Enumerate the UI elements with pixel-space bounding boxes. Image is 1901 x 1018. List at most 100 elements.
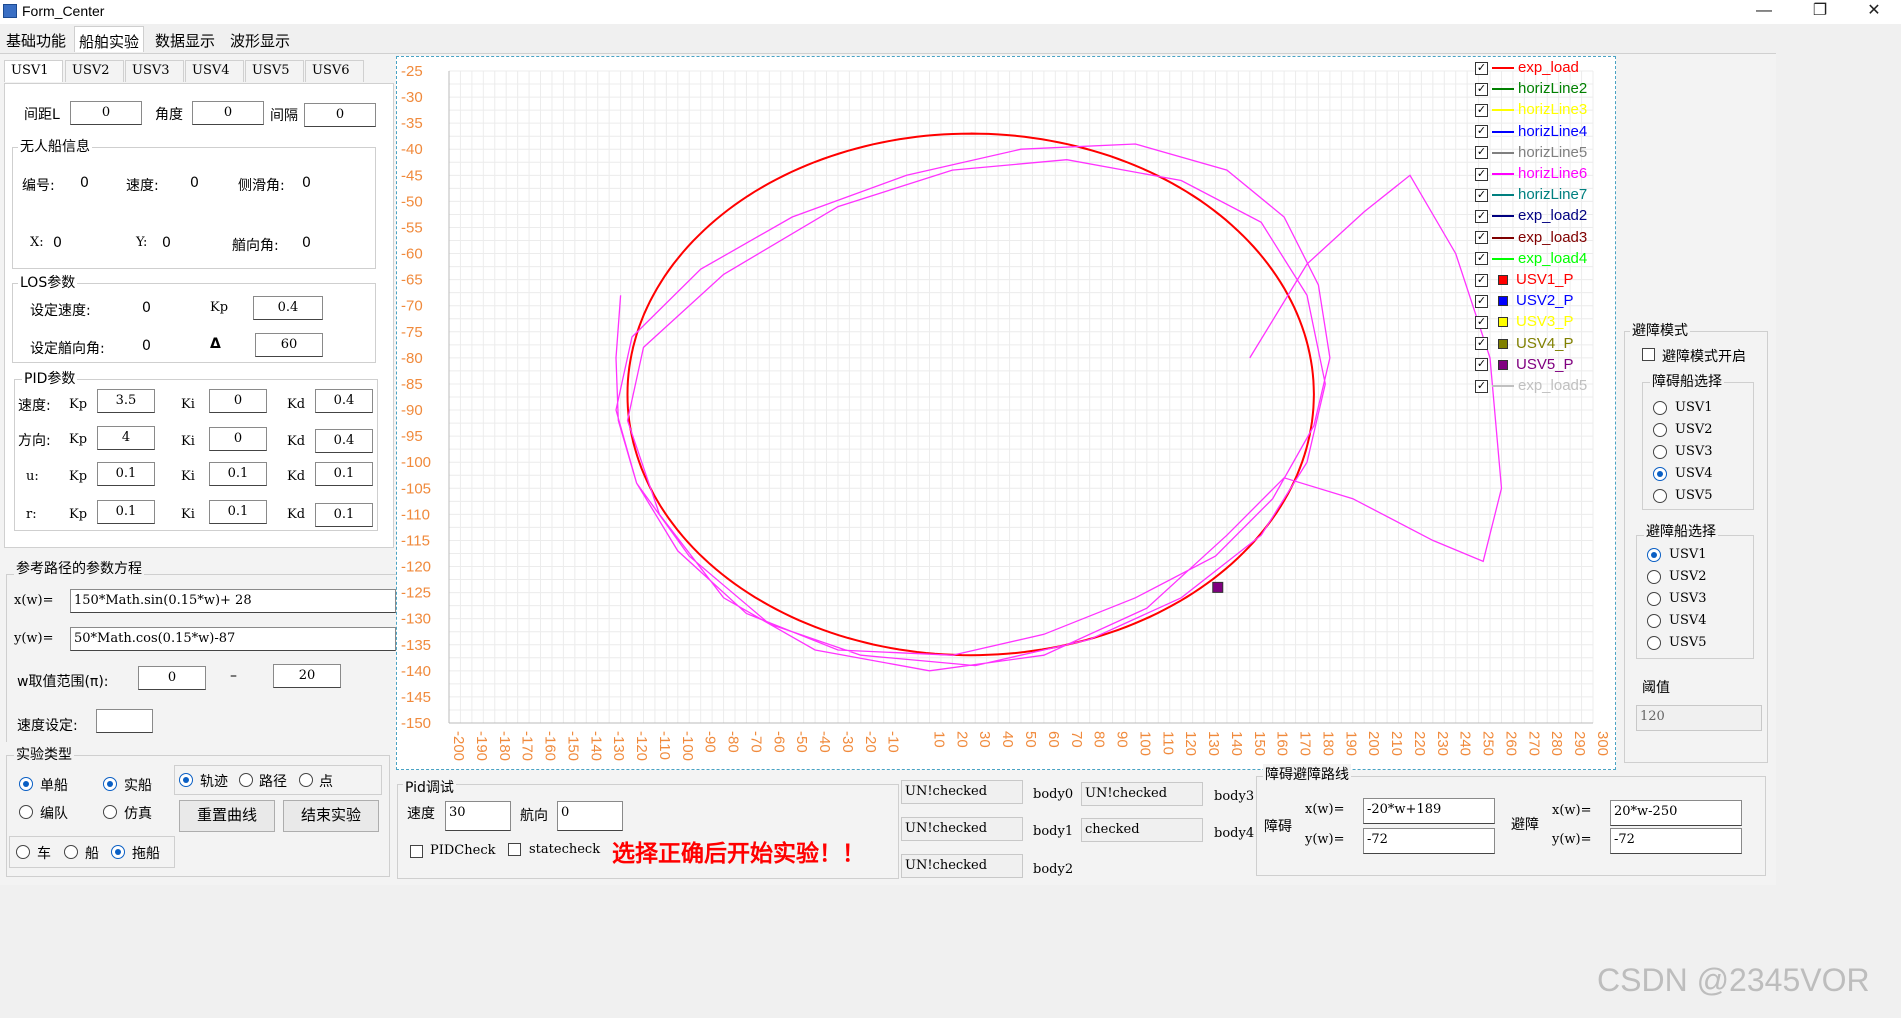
legend-checkbox[interactable]: ✓ (1475, 125, 1488, 139)
avoid-ship-radio-usv3[interactable] (1647, 592, 1661, 606)
legend-item-horizline2[interactable]: ✓ horizLine2 (1475, 80, 1587, 97)
tab-usv2[interactable]: USV2 (65, 60, 124, 82)
legend-item-usv4-p[interactable]: ✓ USV4_P (1475, 335, 1574, 352)
legend-item-exp-load3[interactable]: ✓ exp_load3 (1475, 229, 1587, 246)
single-ship-radio[interactable] (19, 777, 33, 791)
maximize-button[interactable]: ❐ (1797, 0, 1843, 24)
legend-checkbox[interactable]: ✓ (1475, 103, 1488, 117)
tab-data-display[interactable]: 数据显示 (151, 26, 219, 52)
boat-radio[interactable] (64, 845, 78, 859)
statecheck-checkbox[interactable] (508, 843, 521, 856)
legend-item-usv2-p[interactable]: ✓ USV2_P (1475, 292, 1574, 309)
tow-boat-radio[interactable] (111, 845, 125, 859)
tab-usv1[interactable]: USV1 (4, 60, 63, 82)
legend-item-exp-load4[interactable]: ✓ exp_load4 (1475, 250, 1587, 267)
obstacle-ship-radio-usv3[interactable] (1653, 445, 1667, 459)
obstacle-ship-radio-usv5[interactable] (1653, 489, 1667, 503)
legend-item-horizline3[interactable]: ✓ horizLine3 (1475, 101, 1587, 118)
legend-checkbox[interactable]: ✓ (1475, 209, 1488, 223)
end-experiment-button[interactable]: 结束实验 (283, 800, 379, 832)
pid-debug-speed-field[interactable]: 30 (445, 801, 511, 831)
avoid-ship-radio-usv5[interactable] (1647, 636, 1661, 650)
ref-y-expression[interactable]: 50*Math.cos(0.15*w)-87 (70, 627, 396, 651)
obstacle-ship-radio-usv2[interactable] (1653, 423, 1667, 437)
tab-usv4[interactable]: USV4 (185, 60, 244, 82)
legend-checkbox[interactable]: ✓ (1475, 315, 1488, 329)
car-radio[interactable] (16, 845, 30, 859)
point-radio[interactable] (299, 773, 313, 787)
avoid-mode-checkbox[interactable] (1642, 348, 1655, 361)
legend-item-usv5-p[interactable]: ✓ USV5_P (1475, 356, 1574, 373)
legend-checkbox[interactable]: ✓ (1475, 167, 1488, 181)
close-button[interactable]: ✕ (1851, 0, 1897, 24)
avoid-x-field[interactable]: 20*w-250 (1610, 800, 1742, 826)
gap-field[interactable]: 0 (304, 103, 376, 127)
pid-speed-ki-field[interactable]: 0 (209, 389, 267, 413)
legend-item-horizline4[interactable]: ✓ horizLine4 (1475, 123, 1587, 140)
pid-speed-kp-field[interactable]: 3.5 (97, 389, 155, 413)
trajectory-chart[interactable]: -25 -30 -35 -40 -45 -50 -55 -60 -65 -70 -75 -80 -85 -… (396, 56, 1616, 770)
avoid-ship-radio-usv1[interactable] (1647, 548, 1661, 562)
angle-field[interactable]: 0 (192, 101, 264, 125)
pid-heading-kp-field[interactable]: 4 (97, 426, 155, 450)
legend-checkbox[interactable]: ✓ (1475, 273, 1488, 287)
legend-checkbox[interactable]: ✓ (1475, 231, 1488, 245)
tab-basic[interactable]: 基础功能 (2, 26, 70, 52)
pid-heading-ki-field[interactable]: 0 (209, 427, 267, 451)
legend-checkbox[interactable]: ✓ (1475, 188, 1488, 202)
pid-r-kd-field[interactable]: 0.1 (315, 503, 373, 527)
legend-checkbox[interactable]: ✓ (1475, 358, 1488, 372)
los-delta-field[interactable]: 60 (255, 333, 323, 357)
body2-field[interactable]: UN!checked (901, 854, 1023, 878)
body0-field[interactable]: UN!checked (901, 780, 1023, 804)
real-ship-radio[interactable] (103, 777, 117, 791)
w-range-to[interactable]: 20 (273, 664, 341, 688)
obstacle-ship-radio-usv1[interactable] (1653, 401, 1667, 415)
avoid-ship-radio-usv4[interactable] (1647, 614, 1661, 628)
legend-item-exp-load[interactable]: ✓ exp_load (1475, 59, 1579, 76)
track-radio[interactable] (179, 773, 193, 787)
avoid-ship-radio-usv2[interactable] (1647, 570, 1661, 584)
legend-item-usv3-p[interactable]: ✓ USV3_P (1475, 313, 1574, 330)
obstacle-ship-radio-usv4[interactable] (1653, 467, 1667, 481)
w-range-from[interactable]: 0 (138, 666, 206, 690)
obstacle-y-field[interactable]: -72 (1363, 828, 1495, 854)
formation-radio[interactable] (19, 805, 33, 819)
tab-ship-experiment[interactable]: 船舶实验 (74, 26, 145, 52)
los-kp-field[interactable]: 0.4 (253, 296, 323, 320)
tab-usv5[interactable]: USV5 (245, 60, 304, 82)
legend-item-horizline6[interactable]: ✓ horizLine6 (1475, 165, 1587, 182)
avoid-y-field[interactable]: -72 (1610, 828, 1742, 854)
minimize-button[interactable]: — (1741, 0, 1787, 24)
legend-checkbox[interactable]: ✓ (1475, 379, 1488, 393)
spacing-l-field[interactable]: 0 (70, 101, 142, 125)
legend-item-horizline5[interactable]: ✓ horizLine5 (1475, 144, 1587, 161)
legend-checkbox[interactable]: ✓ (1475, 294, 1488, 308)
body1-field[interactable]: UN!checked (901, 817, 1023, 841)
ref-x-expression[interactable]: 150*Math.sin(0.15*w)+ 28 (70, 589, 396, 613)
legend-item-exp-load5[interactable]: ✓ exp_load5 (1475, 377, 1587, 394)
pid-r-kp-field[interactable]: 0.1 (97, 500, 155, 524)
path-radio[interactable] (239, 773, 253, 787)
legend-checkbox[interactable]: ✓ (1475, 252, 1488, 266)
body4-field[interactable]: checked (1081, 818, 1203, 842)
pid-u-kd-field[interactable]: 0.1 (315, 462, 373, 486)
pid-u-kp-field[interactable]: 0.1 (97, 462, 155, 486)
legend-checkbox[interactable]: ✓ (1475, 337, 1488, 351)
obstacle-x-field[interactable]: -20*w+189 (1363, 798, 1495, 824)
simulation-radio[interactable] (103, 805, 117, 819)
legend-item-horizline7[interactable]: ✓ horizLine7 (1475, 186, 1587, 203)
pid-speed-kd-field[interactable]: 0.4 (315, 389, 373, 413)
threshold-field[interactable]: 120 (1636, 705, 1762, 731)
tab-usv6[interactable]: USV6 (305, 60, 364, 82)
legend-checkbox[interactable]: ✓ (1475, 146, 1488, 160)
pidcheck-checkbox[interactable] (410, 845, 423, 858)
legend-checkbox[interactable]: ✓ (1475, 82, 1488, 96)
speed-setting-field[interactable] (96, 709, 153, 733)
reset-curve-button[interactable]: 重置曲线 (179, 800, 275, 832)
legend-checkbox[interactable]: ✓ (1475, 61, 1488, 75)
body3-field[interactable]: UN!checked (1081, 782, 1203, 806)
legend-item-exp-load2[interactable]: ✓ exp_load2 (1475, 207, 1587, 224)
pid-debug-heading-field[interactable]: 0 (557, 801, 623, 831)
tab-waveform[interactable]: 波形显示 (226, 26, 294, 52)
